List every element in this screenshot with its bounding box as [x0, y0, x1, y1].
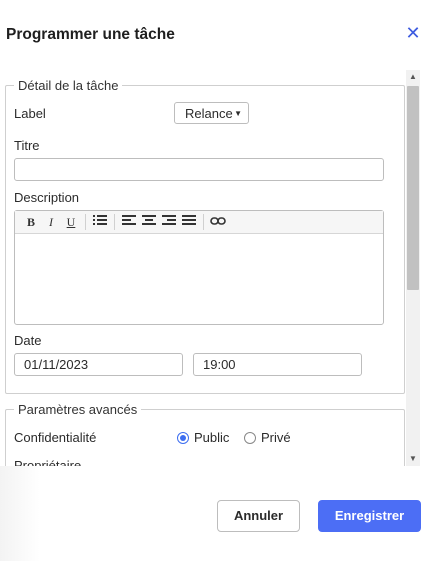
- owner-field-label: Propriétaire: [14, 458, 82, 466]
- align-left-icon[interactable]: [119, 213, 139, 231]
- toolbar-divider: [85, 214, 86, 230]
- close-icon[interactable]: ✕: [404, 24, 422, 42]
- label-field-label: Label: [14, 106, 46, 121]
- date-field-label: Date: [14, 333, 42, 348]
- radio-private-label: Privé: [261, 430, 291, 445]
- link-icon[interactable]: [208, 213, 228, 231]
- underline-icon[interactable]: U: [61, 213, 81, 231]
- date-input[interactable]: 01/11/2023: [14, 353, 183, 376]
- align-right-icon[interactable]: [159, 213, 179, 231]
- bold-icon[interactable]: B: [21, 213, 41, 231]
- italic-icon[interactable]: I: [41, 213, 61, 231]
- justify-icon[interactable]: [179, 213, 199, 231]
- description-editor[interactable]: B I U: [14, 210, 384, 325]
- save-button[interactable]: Enregistrer: [318, 500, 421, 532]
- radio-private[interactable]: Privé: [244, 430, 291, 445]
- caret-down-icon: ▼: [234, 109, 242, 118]
- description-field-label: Description: [14, 190, 80, 205]
- privacy-field-label: Confidentialité: [14, 430, 97, 445]
- advanced-settings-legend: Paramètres avancés: [18, 402, 138, 417]
- title-input[interactable]: [14, 158, 384, 181]
- title-field-label: Titre: [14, 138, 40, 153]
- label-select-value: Relance: [185, 106, 233, 121]
- time-input[interactable]: 19:00: [193, 353, 362, 376]
- dialog-scrollbar[interactable]: ▲ ▼: [406, 70, 420, 466]
- radio-public[interactable]: Public: [177, 430, 229, 445]
- description-text-area[interactable]: [15, 234, 383, 322]
- scroll-down-icon[interactable]: ▼: [406, 452, 420, 466]
- radio-selected-icon: [177, 431, 189, 444]
- task-details-legend: Détail de la tâche: [18, 78, 119, 93]
- align-center-icon[interactable]: [139, 213, 159, 231]
- dialog-title: Programmer une tâche: [6, 26, 175, 43]
- dialog-body: Détail de la tâche Label Relance ▼ Titre…: [0, 70, 422, 466]
- radio-public-label: Public: [194, 430, 230, 445]
- scrollbar-thumb[interactable]: [407, 86, 419, 290]
- toolbar-divider: [203, 214, 204, 230]
- scroll-up-icon[interactable]: ▲: [406, 70, 420, 84]
- editor-toolbar: B I U: [15, 211, 383, 234]
- schedule-task-dialog: Programmer une tâche ✕ Détail de la tâch…: [0, 0, 446, 561]
- list-icon[interactable]: [90, 213, 110, 231]
- cancel-button[interactable]: Annuler: [217, 500, 300, 532]
- toolbar-divider: [114, 214, 115, 230]
- label-select[interactable]: Relance ▼: [174, 102, 249, 124]
- radio-unselected-icon: [244, 431, 256, 444]
